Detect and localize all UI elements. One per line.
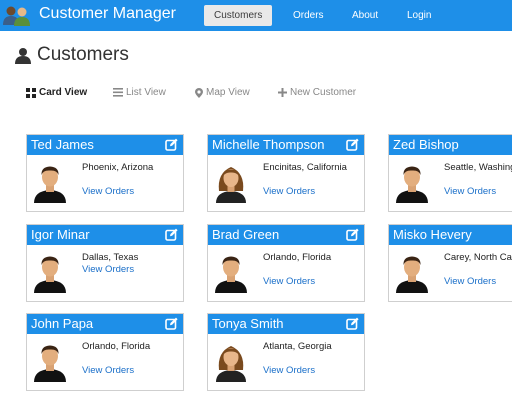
list-view-label: List View xyxy=(126,87,166,98)
male-avatar-icon xyxy=(393,163,431,203)
edit-icon[interactable] xyxy=(346,228,359,241)
male-avatar-icon xyxy=(212,253,250,293)
navbar: Customer Manager Customers Orders About … xyxy=(0,0,512,31)
card-header: Ted James xyxy=(27,135,183,155)
plus-icon xyxy=(278,88,287,97)
edit-icon[interactable] xyxy=(346,138,359,151)
nav-about[interactable]: About xyxy=(342,5,388,26)
customer-card: Igor Minar Dallas, Texas View Orders xyxy=(26,224,184,302)
customer-city: Phoenix, Arizona xyxy=(82,162,154,173)
view-orders-link[interactable]: View Orders xyxy=(263,365,315,376)
users-logo-icon xyxy=(3,6,30,26)
customer-card: Brad Green Orlando, Florida View Orders xyxy=(207,224,365,302)
customer-card: Ted James Phoenix, Arizona View Orders xyxy=(26,134,184,212)
card-header: Igor Minar xyxy=(27,225,183,245)
edit-icon[interactable] xyxy=(346,317,359,330)
new-customer-label: New Customer xyxy=(290,87,357,98)
customer-name[interactable]: Tonya Smith xyxy=(212,316,284,331)
user-icon xyxy=(15,48,31,64)
customer-card: Tonya Smith Atlanta, Georgia View Orders xyxy=(207,313,365,391)
female-avatar-icon xyxy=(212,342,250,382)
view-orders-link[interactable]: View Orders xyxy=(444,276,496,287)
customer-card: Michelle Thompson Encinitas, California … xyxy=(207,134,365,212)
customer-city: Atlanta, Georgia xyxy=(263,341,332,352)
customer-city: Orlando, Florida xyxy=(263,252,332,263)
view-orders-link[interactable]: View Orders xyxy=(82,186,134,197)
list-icon xyxy=(113,88,123,97)
customer-city: Carey, North Carolina xyxy=(444,252,512,263)
male-avatar-icon xyxy=(31,253,69,293)
nav-orders[interactable]: Orders xyxy=(283,5,334,26)
card-view-label: Card View xyxy=(39,87,88,98)
view-orders-link[interactable]: View Orders xyxy=(82,264,134,275)
male-avatar-icon xyxy=(31,342,69,382)
customer-name[interactable]: Ted James xyxy=(31,137,94,152)
customer-city: Dallas, Texas xyxy=(82,252,139,263)
card-header: John Papa xyxy=(27,314,183,334)
grid-icon xyxy=(26,87,36,98)
map-marker-icon xyxy=(195,87,203,98)
edit-icon[interactable] xyxy=(165,317,178,330)
male-avatar-icon xyxy=(393,253,431,293)
male-avatar-icon xyxy=(31,163,69,203)
list-view-button[interactable]: List View xyxy=(113,87,166,101)
map-view-button[interactable]: Map View xyxy=(195,87,250,101)
customer-name[interactable]: Zed Bishop xyxy=(393,137,459,152)
brand-title[interactable]: Customer Manager xyxy=(39,5,176,23)
view-orders-link[interactable]: View Orders xyxy=(263,186,315,197)
new-customer-button[interactable]: New Customer xyxy=(278,87,356,101)
customer-card: John Papa Orlando, Florida View Orders xyxy=(26,313,184,391)
nav-login[interactable]: Login xyxy=(397,5,441,26)
view-orders-link[interactable]: View Orders xyxy=(82,365,134,376)
customer-city: Orlando, Florida xyxy=(82,341,151,352)
customer-city: Encinitas, California xyxy=(263,162,347,173)
view-orders-link[interactable]: View Orders xyxy=(444,186,496,197)
female-avatar-icon xyxy=(212,163,250,203)
edit-icon[interactable] xyxy=(165,138,178,151)
view-orders-link[interactable]: View Orders xyxy=(263,276,315,287)
customer-card: Misko Hevery Carey, North Carolina View … xyxy=(388,224,512,302)
card-header: Zed Bishop xyxy=(389,135,512,155)
card-header: Tonya Smith xyxy=(208,314,364,334)
page-title: Customers xyxy=(37,44,129,65)
card-header: Misko Hevery xyxy=(389,225,512,245)
customer-name[interactable]: Igor Minar xyxy=(31,227,90,242)
customer-city: Seattle, Washington xyxy=(444,162,512,173)
nav-customers[interactable]: Customers xyxy=(204,5,273,26)
customer-name[interactable]: John Papa xyxy=(31,316,93,331)
customer-name[interactable]: Misko Hevery xyxy=(393,227,472,242)
customer-card: Zed Bishop Seattle, Washington View Orde… xyxy=(388,134,512,212)
customer-name[interactable]: Michelle Thompson xyxy=(212,137,324,152)
card-header: Michelle Thompson xyxy=(208,135,364,155)
edit-icon[interactable] xyxy=(165,228,178,241)
map-view-label: Map View xyxy=(206,87,250,98)
card-header: Brad Green xyxy=(208,225,364,245)
customer-name[interactable]: Brad Green xyxy=(212,227,279,242)
card-view-button[interactable]: Card View xyxy=(26,87,87,101)
